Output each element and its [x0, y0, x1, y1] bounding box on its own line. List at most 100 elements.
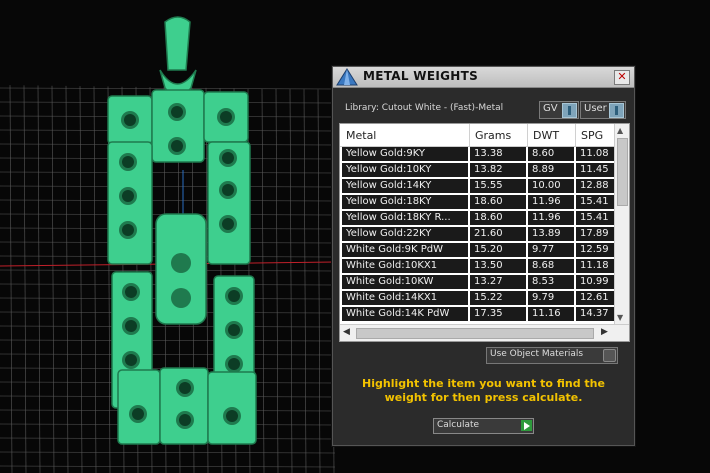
column-divider[interactable]: [469, 124, 470, 146]
metal-cell: Yellow Gold:14KY: [342, 179, 468, 193]
horizontal-scrollbar[interactable]: ◀ ▶: [340, 324, 629, 341]
hole-shape: [228, 290, 240, 302]
pyramid-logo-icon: [336, 68, 358, 86]
dwt-cell: 8.89: [528, 163, 574, 177]
metal-cell: White Gold:10KW: [342, 275, 468, 289]
scroll-left-arrow-icon[interactable]: ◀: [343, 327, 350, 337]
table-row[interactable]: Yellow Gold:10KY 13.82 8.89 11.45: [340, 163, 614, 178]
dwt-cell: 8.53: [528, 275, 574, 289]
hole-shape: [125, 354, 137, 366]
grams-cell: 18.60: [470, 195, 526, 209]
spg-cell: 15.41: [576, 195, 614, 209]
gv-toggle[interactable]: GV: [539, 101, 579, 119]
vertical-scroll-thumb[interactable]: [617, 138, 628, 206]
hole-shape: [125, 286, 137, 298]
metal-cell: Yellow Gold:9KY: [342, 147, 468, 161]
grams-cell: 17.35: [470, 307, 526, 321]
hole-shape: [132, 408, 144, 420]
scroll-up-arrow-icon[interactable]: ▲: [617, 126, 623, 135]
user-toggle-label: User: [584, 103, 607, 114]
grams-cell: 18.60: [470, 211, 526, 225]
vertical-scrollbar[interactable]: ▲ ▼: [614, 124, 629, 324]
hole-shape: [179, 414, 191, 426]
hole-shape: [122, 156, 134, 168]
instruction-text: Highlight the item you want to find the …: [362, 377, 605, 404]
dwt-cell: 8.60: [528, 147, 574, 161]
scroll-right-arrow-icon[interactable]: ▶: [601, 327, 608, 337]
table-row[interactable]: Yellow Gold:22KY 21.60 13.89 17.89: [340, 227, 614, 242]
column-header-dwt[interactable]: DWT: [533, 129, 559, 142]
use-object-materials-toggle[interactable]: Use Object Materials: [486, 347, 618, 364]
dwt-cell: 11.96: [528, 211, 574, 225]
library-label: Library: Cutout White - (Fast)-Metal: [345, 103, 504, 113]
dwt-cell: 8.68: [528, 259, 574, 273]
bail-shape: [164, 16, 191, 71]
hole-shape: [122, 224, 134, 236]
table-row[interactable]: White Gold:14KX1 15.22 9.79 12.61: [340, 291, 614, 306]
hole-shape: [228, 324, 240, 336]
spg-cell: 11.45: [576, 163, 614, 177]
dwt-cell: 11.96: [528, 195, 574, 209]
metal-cell: Yellow Gold:22KY: [342, 227, 468, 241]
calculate-button[interactable]: Calculate: [433, 418, 534, 434]
scroll-down-arrow-icon[interactable]: ▼: [617, 313, 623, 322]
hole-shape: [171, 106, 183, 118]
column-divider[interactable]: [575, 124, 576, 146]
hole-shape: [125, 320, 137, 332]
toggle-indicator-icon: [609, 103, 624, 118]
table-row[interactable]: Yellow Gold:18KY 18.60 11.96 15.41: [340, 195, 614, 210]
spg-cell: 14.37: [576, 307, 614, 321]
grams-cell: 13.82: [470, 163, 526, 177]
grams-cell: 13.27: [470, 275, 526, 289]
spg-cell: 12.61: [576, 291, 614, 305]
metal-weights-panel: METAL WEIGHTS ✕ Library: Cutout White - …: [332, 66, 635, 446]
spg-cell: 11.08: [576, 147, 614, 161]
dwt-cell: 11.16: [528, 307, 574, 321]
checkbox-icon[interactable]: [603, 349, 616, 362]
metal-table: Metal Grams DWT SPG Yellow Gold:9KY 13.3…: [339, 123, 630, 342]
metal-cell: White Gold:14KX1: [342, 291, 468, 305]
table-row[interactable]: Yellow Gold:9KY 13.38 8.60 11.08: [340, 147, 614, 162]
grams-cell: 13.38: [470, 147, 526, 161]
metal-cell: Yellow Gold:18KY R...: [342, 211, 468, 225]
panel-title: METAL WEIGHTS: [363, 69, 479, 83]
table-row[interactable]: White Gold:14K PdW 17.35 11.16 14.37: [340, 307, 614, 322]
hole-shape: [171, 288, 191, 308]
hole-shape: [171, 140, 183, 152]
dwt-cell: 9.77: [528, 243, 574, 257]
panel-titlebar[interactable]: METAL WEIGHTS ✕: [333, 67, 634, 88]
table-row[interactable]: White Gold:10KX1 13.50 8.68 11.18: [340, 259, 614, 274]
hole-shape: [179, 382, 191, 394]
table-row[interactable]: Yellow Gold:14KY 15.55 10.00 12.88: [340, 179, 614, 194]
metal-cell: Yellow Gold:10KY: [342, 163, 468, 177]
spg-cell: 11.18: [576, 259, 614, 273]
grams-cell: 13.50: [470, 259, 526, 273]
metal-cell: White Gold:10KX1: [342, 259, 468, 273]
column-header-grams[interactable]: Grams: [475, 129, 511, 142]
hole-shape: [222, 184, 234, 196]
hole-shape: [122, 190, 134, 202]
spg-cell: 12.88: [576, 179, 614, 193]
grams-cell: 15.55: [470, 179, 526, 193]
table-row[interactable]: Yellow Gold:18KY R... 18.60 11.96 15.41: [340, 211, 614, 226]
metal-cell: Yellow Gold:18KY: [342, 195, 468, 209]
table-row[interactable]: White Gold:9K PdW 15.20 9.77 12.59: [340, 243, 614, 258]
horizontal-scroll-thumb[interactable]: [356, 328, 594, 339]
hole-shape: [226, 410, 238, 422]
user-toggle[interactable]: User: [580, 101, 626, 119]
play-arrow-icon[interactable]: [521, 420, 532, 431]
grams-cell: 21.60: [470, 227, 526, 241]
column-divider[interactable]: [527, 124, 528, 146]
hole-shape: [222, 152, 234, 164]
spg-cell: 12.59: [576, 243, 614, 257]
metal-cell: White Gold:9K PdW: [342, 243, 468, 257]
dwt-cell: 13.89: [528, 227, 574, 241]
column-header-metal[interactable]: Metal: [346, 129, 376, 142]
grams-cell: 15.22: [470, 291, 526, 305]
metal-cell: White Gold:14K PdW: [342, 307, 468, 321]
column-header-spg[interactable]: SPG: [581, 129, 603, 142]
hole-shape: [220, 111, 232, 123]
table-row[interactable]: White Gold:10KW 13.27 8.53 10.99: [340, 275, 614, 290]
close-button[interactable]: ✕: [614, 70, 630, 85]
calculate-label: Calculate: [437, 420, 480, 430]
